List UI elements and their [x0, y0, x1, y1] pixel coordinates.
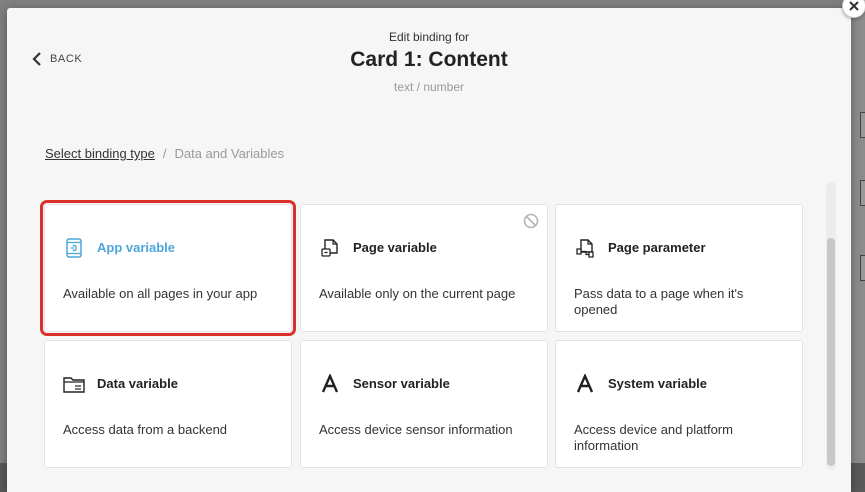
edit-binding-dialog: BACK Edit binding for Card 1: Content te… — [7, 8, 851, 492]
scrollbar-thumb[interactable] — [827, 238, 835, 466]
page-variable-icon — [319, 237, 341, 259]
card-description: Access data from a backend — [63, 422, 228, 437]
card-title: Page variable — [353, 240, 437, 255]
card-app-variable[interactable]: App variable Available on all pages in y… — [40, 200, 296, 336]
card-description: Available only on the current page — [319, 286, 516, 301]
card-title: App variable — [97, 240, 176, 255]
data-variable-icon — [63, 373, 85, 395]
card-sensor-variable[interactable]: Sensor variable Access device sensor inf… — [300, 340, 548, 468]
card-title: System variable — [608, 376, 708, 391]
card-page-parameter[interactable]: Page parameter Pass data to a page when … — [555, 204, 803, 332]
blocked-icon — [523, 213, 539, 229]
dialog-header: Edit binding for Card 1: Content text / … — [7, 30, 851, 94]
card-title: Sensor variable — [353, 376, 450, 391]
system-variable-icon — [574, 373, 596, 395]
card-data-variable[interactable]: Data variable Access data from a backend — [44, 340, 292, 468]
card-page-variable[interactable]: Page variable Available only on the curr… — [300, 204, 548, 332]
background-properties-panel — [851, 0, 865, 492]
breadcrumb: Select binding type / Data and Variables — [45, 146, 284, 161]
card-description: Access device and platform information — [574, 422, 733, 453]
dialog-title: Card 1: Content — [350, 48, 508, 71]
close-icon — [849, 1, 859, 11]
breadcrumb-current: Data and Variables — [174, 146, 285, 161]
dialog-subtitle: text / number — [393, 80, 465, 94]
breadcrumb-link-select-binding-type[interactable]: Select binding type — [45, 146, 155, 161]
card-title: Page parameter — [608, 240, 706, 255]
sensor-variable-icon — [319, 373, 341, 395]
page-parameter-icon — [574, 237, 596, 259]
card-description: Pass data to a page when it's opened — [574, 286, 744, 317]
card-description: Available on all pages in your app — [63, 286, 258, 301]
app-variable-icon — [63, 237, 85, 259]
dialog-eyebrow: Edit binding for — [388, 30, 470, 44]
card-description: Access device sensor information — [319, 422, 513, 437]
close-button[interactable] — [842, 0, 865, 18]
card-system-variable[interactable]: System variable Access device and platfo… — [555, 340, 803, 468]
card-title: Data variable — [97, 376, 178, 391]
breadcrumb-separator: / — [162, 146, 167, 161]
